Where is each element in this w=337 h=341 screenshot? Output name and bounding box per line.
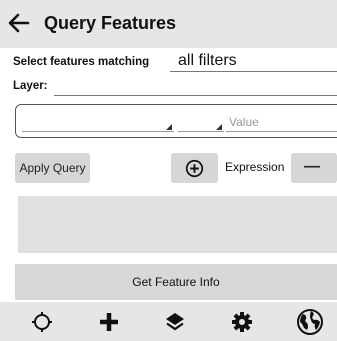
globe-icon[interactable]	[296, 308, 324, 336]
filter-box	[15, 104, 337, 138]
dropdown-arrow-icon	[166, 124, 172, 130]
match-label: Select features matching	[13, 56, 150, 68]
crosshair-icon[interactable]	[30, 310, 54, 334]
value-input[interactable]	[226, 112, 337, 132]
plus-circle-icon	[185, 159, 204, 178]
expression-label: Expression	[225, 160, 285, 174]
app-header: Query Features	[0, 0, 337, 48]
layer-row: Layer:	[10, 78, 337, 98]
back-arrow-icon[interactable]	[6, 10, 32, 36]
get-feature-info-button[interactable]: Get Feature Info	[15, 264, 337, 300]
match-select-value: all filters	[178, 52, 237, 69]
gear-icon[interactable]	[230, 310, 254, 334]
minus-icon: —	[304, 158, 320, 175]
match-row: Select features matching all filters	[10, 52, 337, 72]
operator-select[interactable]	[178, 112, 224, 132]
results-area	[18, 196, 337, 253]
dropdown-arrow-icon	[216, 124, 222, 130]
layer-label: Layer:	[13, 80, 48, 92]
apply-query-button[interactable]: Apply Query	[15, 153, 90, 183]
match-select[interactable]: all filters	[170, 52, 337, 72]
field-select[interactable]	[22, 112, 174, 132]
layer-select[interactable]	[54, 78, 337, 96]
layers-icon[interactable]	[163, 310, 187, 334]
bottom-toolbar	[0, 302, 337, 341]
add-expression-button[interactable]	[171, 153, 218, 183]
remove-expression-button[interactable]: —	[291, 153, 337, 183]
plus-icon[interactable]	[97, 310, 121, 334]
page-title: Query Features	[44, 13, 177, 33]
